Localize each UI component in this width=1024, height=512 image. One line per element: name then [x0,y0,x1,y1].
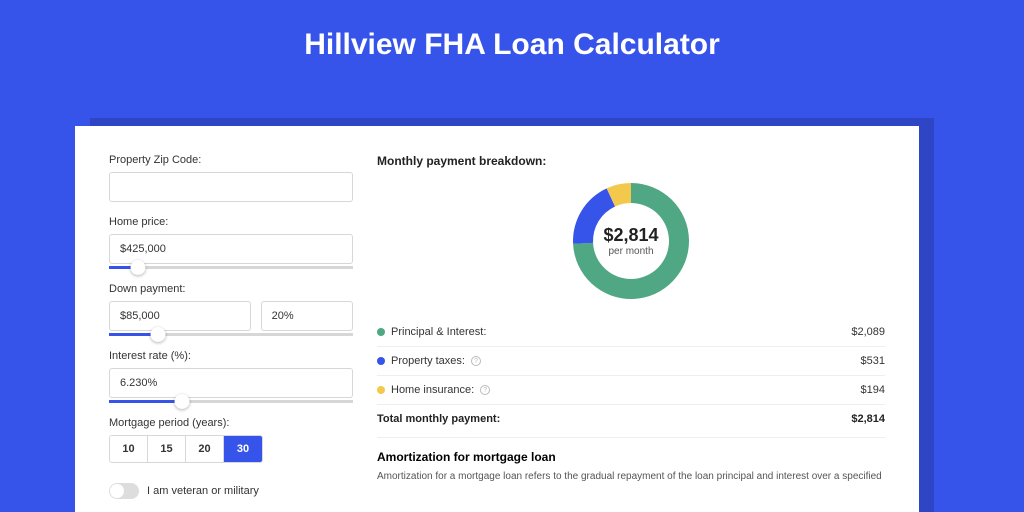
calculator-card: Property Zip Code: Home price: Down paym… [75,126,919,512]
interest-input[interactable] [109,368,353,398]
donut-chart: $2,814 per month [377,178,885,304]
down-payment-slider[interactable] [109,333,353,336]
legend-dot [377,386,385,394]
donut-center: $2,814 per month [603,225,658,257]
amortization-heading: Amortization for mortgage loan [377,437,885,464]
slider-thumb[interactable] [150,327,165,342]
home-price-label: Home price: [109,216,353,228]
page-title: Hillview FHA Loan Calculator [0,0,1024,84]
info-icon[interactable]: ? [480,385,490,395]
interest-label: Interest rate (%): [109,350,353,362]
form-column: Property Zip Code: Home price: Down paym… [109,154,353,512]
period-btn-10[interactable]: 10 [110,436,148,462]
breakdown-column: Monthly payment breakdown: $2,814 per mo… [377,154,885,512]
legend-label: Home insurance: [391,384,474,396]
period-btn-30[interactable]: 30 [224,436,262,462]
donut-sub: per month [603,246,658,257]
donut-total: $2,814 [603,225,658,246]
period-group: 10152030 [109,435,263,463]
toggle-knob [110,484,124,498]
period-btn-15[interactable]: 15 [148,436,186,462]
legend-row: Principal & Interest: $2,089 [377,318,885,346]
zip-label: Property Zip Code: [109,154,353,166]
total-label: Total monthly payment: [377,413,500,425]
info-icon[interactable]: ? [471,356,481,366]
legend-label: Property taxes: [391,355,465,367]
legend-dot [377,328,385,336]
legend-row: Home insurance:? $194 [377,375,885,404]
legend-label: Principal & Interest: [391,326,486,338]
down-payment-label: Down payment: [109,283,353,295]
amortization-text: Amortization for a mortgage loan refers … [377,470,885,484]
veteran-toggle[interactable] [109,483,139,499]
total-row: Total monthly payment: $2,814 [377,404,885,433]
period-label: Mortgage period (years): [109,417,353,429]
slider-thumb[interactable] [175,394,190,409]
home-price-input[interactable] [109,234,353,264]
total-value: $2,814 [851,413,885,425]
legend-value: $2,089 [851,326,885,338]
down-payment-input[interactable] [109,301,251,331]
legend-dot [377,357,385,365]
breakdown-heading: Monthly payment breakdown: [377,154,885,168]
zip-input[interactable] [109,172,353,202]
legend-row: Property taxes:? $531 [377,346,885,375]
legend-value: $194 [861,384,885,396]
home-price-slider[interactable] [109,266,353,269]
interest-slider[interactable] [109,400,353,403]
legend-value: $531 [861,355,885,367]
veteran-label: I am veteran or military [147,485,259,497]
slider-thumb[interactable] [131,260,146,275]
period-btn-20[interactable]: 20 [186,436,224,462]
legend: Principal & Interest: $2,089 Property taxe… [377,318,885,404]
slider-fill [109,400,182,403]
down-payment-pct-input[interactable] [261,301,353,331]
